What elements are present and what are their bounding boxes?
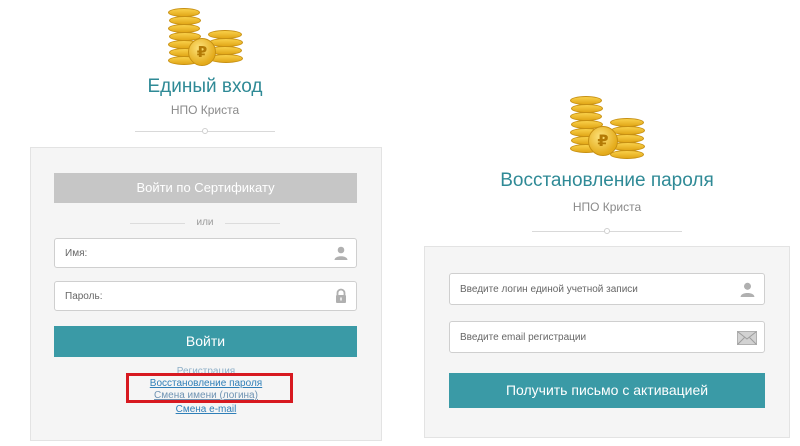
restore-password-highlight (126, 373, 293, 403)
divider-dot (202, 128, 208, 134)
send-activation-button[interactable]: Получить письмо с активацией (449, 373, 765, 408)
password-field[interactable] (54, 281, 357, 311)
user-icon (334, 246, 348, 260)
change-email-link[interactable]: Смена e-mail (106, 404, 306, 416)
recovery-subtitle: НПО Криста (572, 200, 642, 214)
coins-logo-icon: ₽ (160, 8, 250, 70)
page-subtitle: НПО Криста (170, 103, 240, 117)
or-label: или (196, 217, 214, 228)
page-title: Единый вход (147, 76, 263, 97)
account-login-input[interactable] (450, 274, 735, 304)
email-input[interactable] (450, 322, 735, 352)
password-input[interactable] (55, 282, 325, 310)
login-button[interactable]: Войти (54, 326, 357, 357)
certificate-login-button[interactable]: Войти по Сертификату (54, 173, 357, 203)
envelope-icon (737, 331, 757, 345)
coins-logo-icon: ₽ (562, 96, 652, 160)
username-input[interactable] (55, 239, 325, 267)
user-icon (740, 282, 755, 297)
ruble-coin-icon: ₽ (188, 38, 216, 66)
recovery-title: Восстановление пароля (500, 170, 714, 191)
username-field[interactable] (54, 238, 357, 268)
or-separator: или (130, 216, 280, 230)
login-field[interactable] (449, 273, 765, 305)
divider-dot (604, 228, 610, 234)
ruble-coin-icon: ₽ (588, 126, 618, 156)
lock-icon (336, 288, 346, 303)
email-field[interactable] (449, 321, 765, 353)
